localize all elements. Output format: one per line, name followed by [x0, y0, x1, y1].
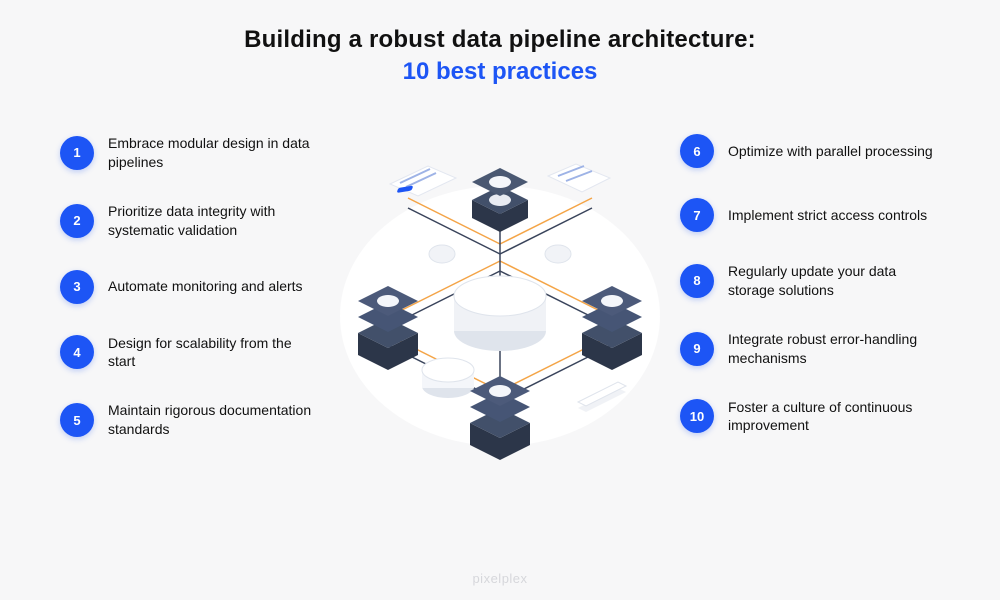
practice-text: Foster a culture of continuous improveme…	[728, 398, 940, 436]
number-badge: 7	[680, 198, 714, 232]
practice-item-4: 4 Design for scalability from the start	[60, 334, 320, 372]
practice-text: Integrate robust error-handling mechanis…	[728, 330, 940, 368]
practice-text: Embrace modular design in data pipelines	[108, 134, 320, 172]
number-badge: 4	[60, 335, 94, 369]
number-badge: 9	[680, 332, 714, 366]
practice-item-6: 6 Optimize with parallel processing	[680, 134, 940, 168]
number-badge: 1	[60, 136, 94, 170]
content: 1 Embrace modular design in data pipelin…	[0, 86, 1000, 466]
practice-item-3: 3 Automate monitoring and alerts	[60, 270, 320, 304]
number-badge: 10	[680, 399, 714, 433]
practice-item-9: 9 Integrate robust error-handling mechan…	[680, 330, 940, 368]
practice-text: Prioritize data integrity with systemati…	[108, 202, 320, 240]
watermark: pixelplex	[472, 571, 527, 586]
practice-text: Maintain rigorous documentation standard…	[108, 401, 320, 439]
practice-text: Regularly update your data storage solut…	[728, 262, 940, 300]
isometric-network-icon	[330, 126, 670, 466]
header: Building a robust data pipeline architec…	[0, 0, 1000, 86]
right-column: 6 Optimize with parallel processing 7 Im…	[680, 116, 940, 435]
center-diagram	[320, 116, 680, 466]
practice-item-2: 2 Prioritize data integrity with systema…	[60, 202, 320, 240]
practice-item-8: 8 Regularly update your data storage sol…	[680, 262, 940, 300]
practice-text: Automate monitoring and alerts	[108, 277, 303, 296]
number-badge: 2	[60, 204, 94, 238]
number-badge: 5	[60, 403, 94, 437]
practice-item-1: 1 Embrace modular design in data pipelin…	[60, 134, 320, 172]
number-badge: 8	[680, 264, 714, 298]
practice-text: Implement strict access controls	[728, 206, 927, 225]
number-badge: 6	[680, 134, 714, 168]
practice-text: Optimize with parallel processing	[728, 142, 933, 161]
number-badge: 3	[60, 270, 94, 304]
title-sub: 10 best practices	[0, 58, 1000, 86]
left-column: 1 Embrace modular design in data pipelin…	[60, 116, 320, 439]
practice-item-10: 10 Foster a culture of continuous improv…	[680, 398, 940, 436]
practice-item-5: 5 Maintain rigorous documentation standa…	[60, 401, 320, 439]
title-main: Building a robust data pipeline architec…	[0, 26, 1000, 54]
practice-item-7: 7 Implement strict access controls	[680, 198, 940, 232]
practice-text: Design for scalability from the start	[108, 334, 320, 372]
